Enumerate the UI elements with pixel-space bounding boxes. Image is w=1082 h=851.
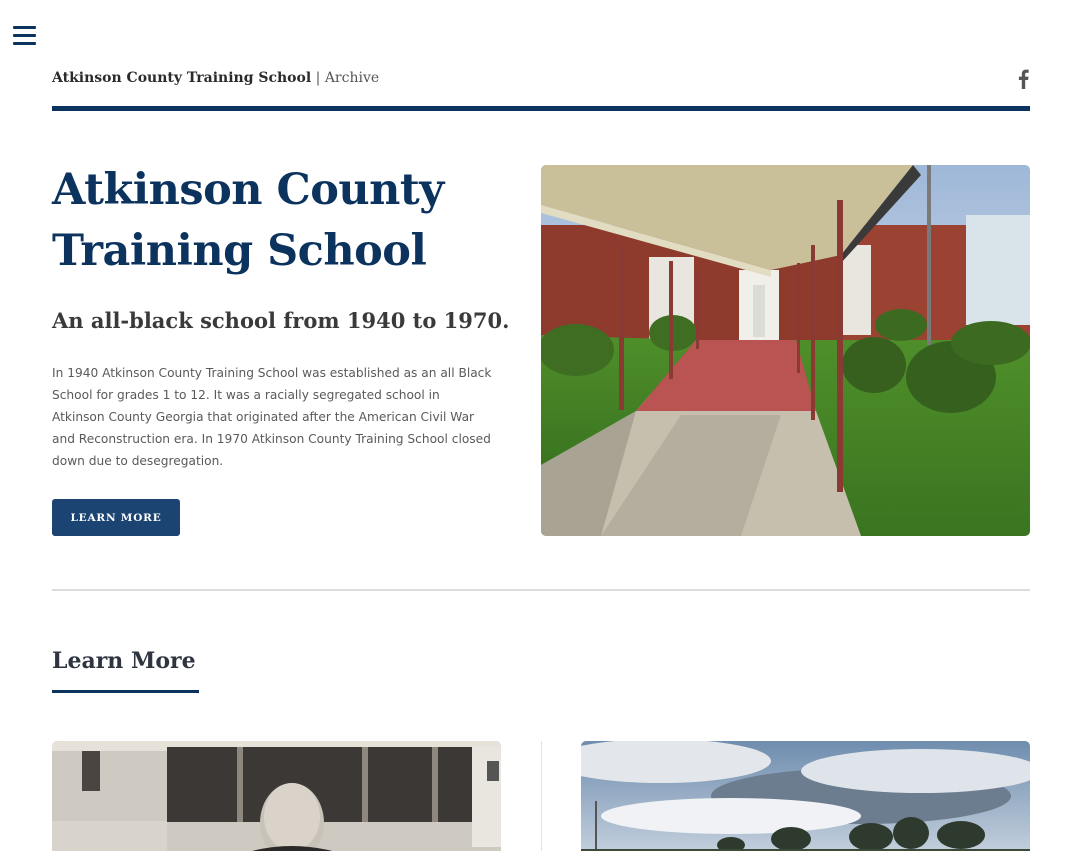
site-name: Atkinson County Training School bbox=[52, 70, 312, 86]
card-divider bbox=[541, 741, 542, 851]
hero-title: Atkinson County Training School bbox=[52, 165, 444, 276]
school-walkway-photo bbox=[541, 165, 1030, 536]
hero-subtitle: An all-black school from 1940 to 1970. bbox=[52, 308, 510, 333]
heading-underline bbox=[52, 690, 199, 693]
site-section: Archive bbox=[324, 70, 380, 86]
title-separator: | bbox=[315, 70, 321, 86]
site-header: Atkinson County Training School | Archiv… bbox=[52, 68, 1030, 90]
site-title[interactable]: Atkinson County Training School | Archiv… bbox=[52, 70, 379, 86]
learn-more-card-landscape[interactable] bbox=[581, 741, 1030, 851]
header-rule bbox=[52, 106, 1030, 111]
section-divider bbox=[52, 589, 1030, 591]
facebook-icon[interactable] bbox=[1016, 69, 1030, 89]
historic-portrait-photo bbox=[52, 741, 501, 851]
hero-description: In 1940 Atkinson County Training School … bbox=[52, 366, 492, 468]
learn-more-heading: Learn More bbox=[52, 648, 196, 674]
learn-more-card-portrait[interactable] bbox=[52, 741, 501, 851]
hamburger-menu-icon[interactable] bbox=[13, 26, 36, 46]
learn-more-button[interactable]: LEARN MORE bbox=[52, 499, 180, 536]
cloudy-sky-trees-photo bbox=[581, 741, 1030, 851]
